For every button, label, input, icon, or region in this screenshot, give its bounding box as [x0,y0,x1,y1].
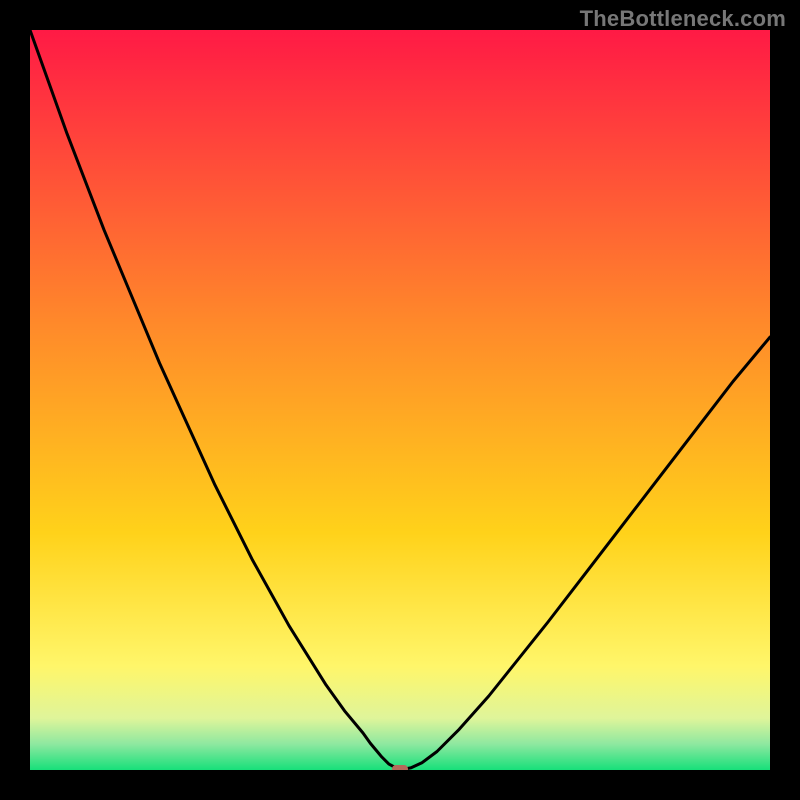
plot-area [30,30,770,770]
watermark-text: TheBottleneck.com [580,6,786,32]
chart-svg [30,30,770,770]
chart-frame: TheBottleneck.com [0,0,800,800]
chart-background [30,30,770,770]
optimal-point-marker [392,765,408,770]
